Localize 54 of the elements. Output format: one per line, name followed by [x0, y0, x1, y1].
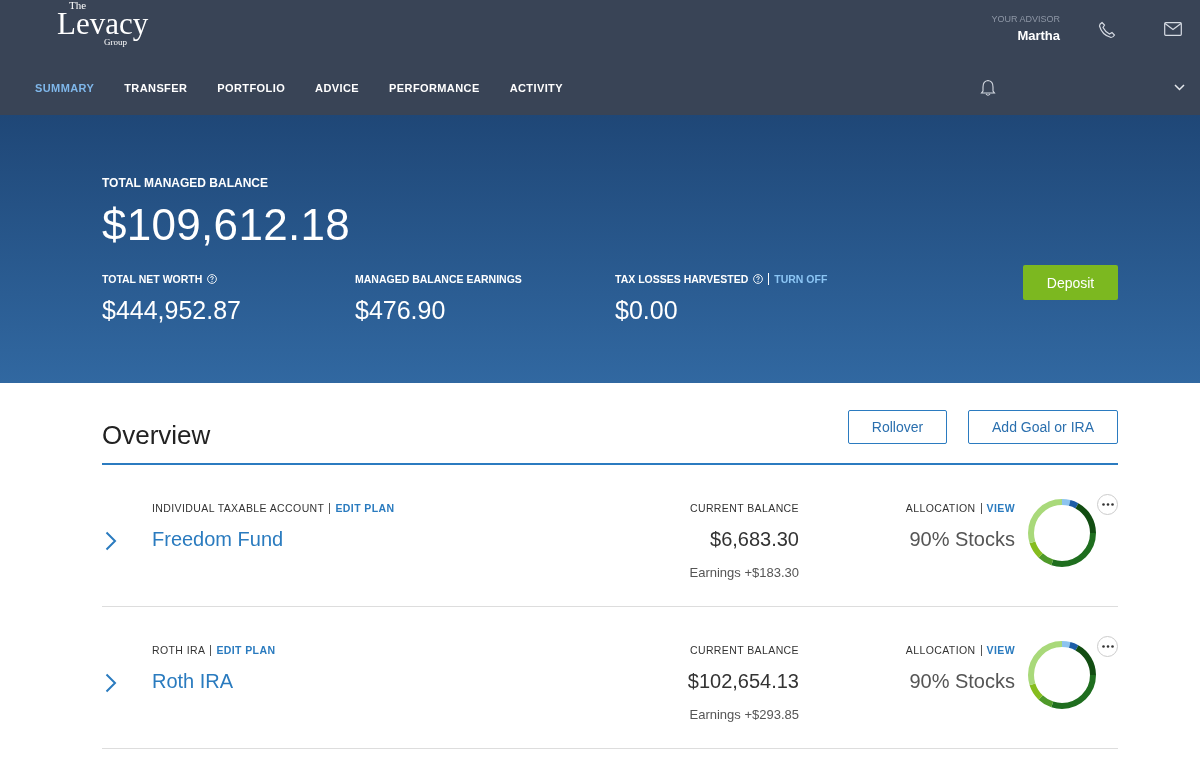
stat-value: $0.00	[615, 296, 679, 325]
balance-value: $6,683.30	[710, 528, 799, 551]
view-link[interactable]: VIEW	[986, 644, 1015, 656]
allocation-label: ALLOCATION	[905, 502, 976, 514]
ellipsis-icon	[1101, 503, 1114, 506]
balance-label: TOTAL MANAGED BALANCE	[102, 176, 269, 190]
allocation-donut-drawing	[1027, 498, 1097, 568]
balance-value: $102,654.13	[687, 670, 799, 693]
expand-chevron-icon[interactable]	[105, 531, 117, 551]
nav-tab[interactable]: ADVICE	[315, 81, 360, 94]
balance-label: CURRENT BALANCE	[689, 644, 799, 656]
stat-label: TOTAL NET WORTH	[102, 273, 203, 285]
edit-plan-link[interactable]: EDIT PLAN	[216, 644, 276, 656]
allocation-donut-drawing	[1027, 640, 1097, 710]
stat-label: TAX LOSSES HARVESTED	[615, 273, 749, 285]
help-icon[interactable]	[207, 274, 218, 284]
advisor-name: Martha	[1017, 28, 1060, 43]
advisor-label: YOUR ADVISOR	[991, 14, 1060, 24]
ellipsis-icon	[1101, 645, 1114, 648]
nav-tab[interactable]: PORTFOLIO	[217, 81, 286, 94]
phone-icon[interactable]	[1098, 21, 1116, 39]
account-name[interactable]: Roth IRA	[152, 670, 619, 693]
account-type: INDIVIDUAL TAXABLE ACCOUNT	[152, 502, 325, 514]
account-type: ROTH IRA	[152, 644, 206, 656]
expand-chevron-icon[interactable]	[105, 673, 117, 693]
stat-label: MANAGED BALANCE EARNINGS	[355, 273, 522, 285]
edit-plan-link[interactable]: EDIT PLAN	[335, 502, 395, 514]
nav-tab[interactable]: SUMMARY	[35, 81, 95, 94]
account-name[interactable]: Freedom Fund	[152, 528, 619, 551]
deposit-button[interactable]: Deposit	[1023, 265, 1118, 300]
earnings-text: Earnings +$293.85	[689, 707, 799, 722]
logo[interactable]: The Levacy Group	[57, 0, 167, 47]
bell-icon[interactable]	[980, 78, 996, 97]
allocation-text: 90% Stocks	[909, 528, 1015, 551]
caret-icon[interactable]	[1174, 84, 1185, 91]
mail-icon[interactable]	[1164, 22, 1182, 36]
nav-tab[interactable]: PERFORMANCE	[389, 81, 480, 94]
nav-tab[interactable]: TRANSFER	[124, 81, 188, 94]
help-icon[interactable]	[753, 274, 764, 284]
allocation-text: 90% Stocks	[909, 670, 1015, 693]
balance-value: $109,612.18	[102, 200, 351, 250]
stat-value: $444,952.87	[102, 296, 243, 325]
stat-value: $476.90	[355, 296, 447, 325]
more-button[interactable]	[1097, 636, 1118, 657]
earnings-text: Earnings +$183.30	[689, 565, 799, 580]
turn-off-link[interactable]: TURN OFF	[774, 273, 828, 285]
balance-label: CURRENT BALANCE	[689, 502, 799, 514]
section-title: Overview	[102, 420, 211, 451]
outline-button[interactable]: Rollover	[848, 410, 947, 444]
more-button[interactable]	[1097, 494, 1118, 515]
allocation-label: ALLOCATION	[905, 644, 976, 656]
outline-button[interactable]: Add Goal or IRA	[968, 410, 1118, 444]
nav-tab[interactable]: ACTIVITY	[509, 81, 563, 94]
view-link[interactable]: VIEW	[986, 502, 1015, 514]
